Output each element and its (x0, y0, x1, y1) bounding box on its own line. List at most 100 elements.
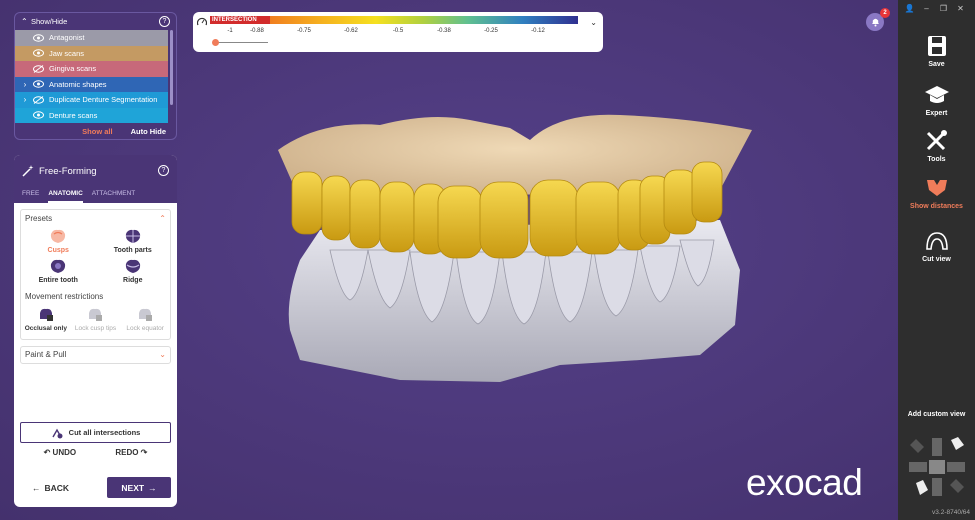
next-label: NEXT (121, 482, 145, 493)
preset-label: Tooth parts (113, 247, 152, 254)
layer-label: Jaw scans (49, 48, 85, 58)
graduation-cap-icon (924, 86, 949, 103)
chevron-down-icon: ⌄ (159, 350, 166, 360)
movement-restrictions: Occlusal only Lock cusp tips Lock equato… (21, 303, 170, 339)
back-label: BACK (44, 482, 70, 493)
chevron-right-icon[interactable]: › (19, 95, 31, 104)
add-custom-view-button[interactable]: Add custom view (898, 411, 975, 418)
threshold-slider-track[interactable] (214, 42, 268, 43)
back-button[interactable]: ← BACK (32, 483, 69, 493)
notification-count-badge: 2 (880, 8, 890, 18)
show-hide-header[interactable]: ⌃ Show/Hide ? (15, 13, 176, 30)
scale-tick: -1 (227, 28, 233, 34)
lock-equator-icon (139, 308, 153, 321)
occlusal-lock-icon (39, 308, 53, 321)
tab-anatomic[interactable]: ANATOMIC (48, 190, 83, 203)
cut-icon (52, 428, 63, 438)
toolbar-tools[interactable]: Tools (898, 129, 975, 163)
toolbar-label: Tools (927, 156, 946, 163)
layer-label: Antagonist (49, 33, 85, 43)
preset-label: Entire tooth (38, 277, 78, 284)
scale-tick: -0.25 (484, 28, 498, 34)
restriction-occlusal-only[interactable]: Occlusal only (21, 305, 71, 333)
eye-icon[interactable] (31, 33, 45, 43)
scale-tick: -0.75 (297, 28, 311, 34)
gauge-icon (197, 17, 207, 26)
layer-label: Anatomic shapes (49, 79, 107, 89)
minimize-icon[interactable]: – (922, 4, 931, 13)
tab-free[interactable]: FREE (22, 190, 39, 203)
cut-all-intersections-button[interactable]: Cut all intersections (20, 422, 171, 443)
tools-icon (926, 130, 947, 151)
layer-label: Denture scans (49, 110, 98, 120)
scale-tick: -0.5 (392, 28, 404, 34)
eye-off-icon[interactable] (31, 95, 45, 105)
view-navigator-icon[interactable] (906, 435, 968, 499)
eye-icon[interactable] (31, 48, 45, 58)
layer-row-denture-scans[interactable]: Denture scans (15, 107, 168, 123)
layer-row-gingiva-scans[interactable]: Gingiva scans (15, 61, 168, 77)
paint-pull-section[interactable]: Paint & Pull ⌄ (20, 345, 171, 364)
distance-color-scale: INTERSECTION -1 -0.88 -0.75 -0.62 -0.5 -… (193, 12, 603, 52)
eye-icon[interactable] (31, 79, 45, 89)
toolbar-show-distances[interactable]: Show distances (898, 176, 975, 210)
help-icon[interactable]: ? (158, 165, 169, 176)
layer-label: Gingiva scans (49, 64, 97, 74)
restriction-label: Lock equator (126, 325, 164, 332)
next-button[interactable]: NEXT → (107, 477, 171, 498)
toolbar-save[interactable]: Save (898, 34, 975, 68)
toolbar-cut-view[interactable]: Cut view (898, 229, 975, 263)
toolbar-expert[interactable]: Expert (898, 83, 975, 117)
show-all-button[interactable]: Show all (82, 127, 112, 136)
toolbar-label: Cut view (922, 256, 951, 263)
intersection-label: INTERSECTION (210, 16, 270, 24)
help-icon[interactable]: ? (159, 16, 170, 27)
auto-hide-button[interactable]: Auto Hide (131, 127, 166, 136)
layer-row-duplicate-denture-segmentation[interactable]: › Duplicate Denture Segmentation (15, 92, 168, 108)
presets-header[interactable]: Presets ⌃ (21, 210, 170, 226)
magic-wand-icon (22, 165, 34, 177)
threshold-slider-handle[interactable] (212, 39, 219, 46)
redo-button[interactable]: REDO ↷ (115, 448, 147, 457)
eye-off-icon[interactable] (31, 64, 45, 74)
layer-row-antagonist[interactable]: Antagonist (15, 30, 168, 46)
eye-icon[interactable] (31, 110, 45, 120)
layer-list: Antagonist Jaw scans Gingiva scans › Ana… (15, 30, 176, 123)
restriction-lock-cusp-tips[interactable]: Lock cusp tips (71, 305, 121, 333)
chevron-right-icon[interactable]: › (19, 80, 31, 89)
cusps-icon (51, 229, 66, 243)
preset-entire-tooth[interactable]: Entire tooth (21, 258, 96, 284)
exocad-logo: exocad (746, 462, 863, 503)
layer-row-anatomic-shapes[interactable]: › Anatomic shapes (15, 76, 168, 92)
restore-icon[interactable]: ❐ (939, 4, 948, 13)
layer-row-jaw-scans[interactable]: Jaw scans (15, 45, 168, 61)
redo-icon: ↷ (138, 448, 148, 457)
undo-redo-row: ↶ UNDO REDO ↷ (14, 448, 177, 457)
right-toolbar: 👤 – ❐ ✕ Save Expert Tools Show distances… (898, 0, 975, 520)
close-icon[interactable]: ✕ (956, 4, 965, 13)
preset-cusps[interactable]: Cusps (21, 228, 96, 254)
wizard-navigation: ← BACK NEXT → (14, 477, 177, 498)
restriction-label: Lock cusp tips (74, 325, 117, 332)
scrollbar[interactable] (170, 30, 173, 105)
paint-pull-title: Paint & Pull (25, 350, 67, 360)
arrow-left-icon: ← (32, 482, 41, 493)
preset-tooth-parts[interactable]: Tooth parts (96, 228, 171, 254)
restriction-label: Occlusal only (24, 325, 67, 332)
toolbar-label: Expert (925, 110, 948, 117)
restriction-lock-equator[interactable]: Lock equator (120, 305, 170, 333)
undo-button[interactable]: ↶ UNDO (44, 448, 77, 457)
toolbar-label: Show distances (910, 203, 963, 210)
free-forming-title: Free-Forming (22, 165, 97, 177)
presets-grid: Cusps Tooth parts Entire tooth Ridge (21, 226, 170, 288)
free-forming-header: Free-Forming ? FREE ANATOMIC ATTACHMENT (14, 155, 177, 203)
chevron-down-icon[interactable]: ⌄ (590, 18, 597, 27)
user-icon[interactable]: 👤 (905, 4, 915, 13)
ridge-icon (125, 259, 140, 273)
scale-tick: -0.12 (531, 28, 545, 34)
preset-label: Cusps (47, 247, 69, 254)
preset-ridge[interactable]: Ridge (96, 258, 171, 284)
scale-tick: -0.62 (344, 28, 358, 34)
tab-attachment[interactable]: ATTACHMENT (92, 190, 135, 203)
chevron-up-icon: ⌃ (159, 213, 166, 223)
